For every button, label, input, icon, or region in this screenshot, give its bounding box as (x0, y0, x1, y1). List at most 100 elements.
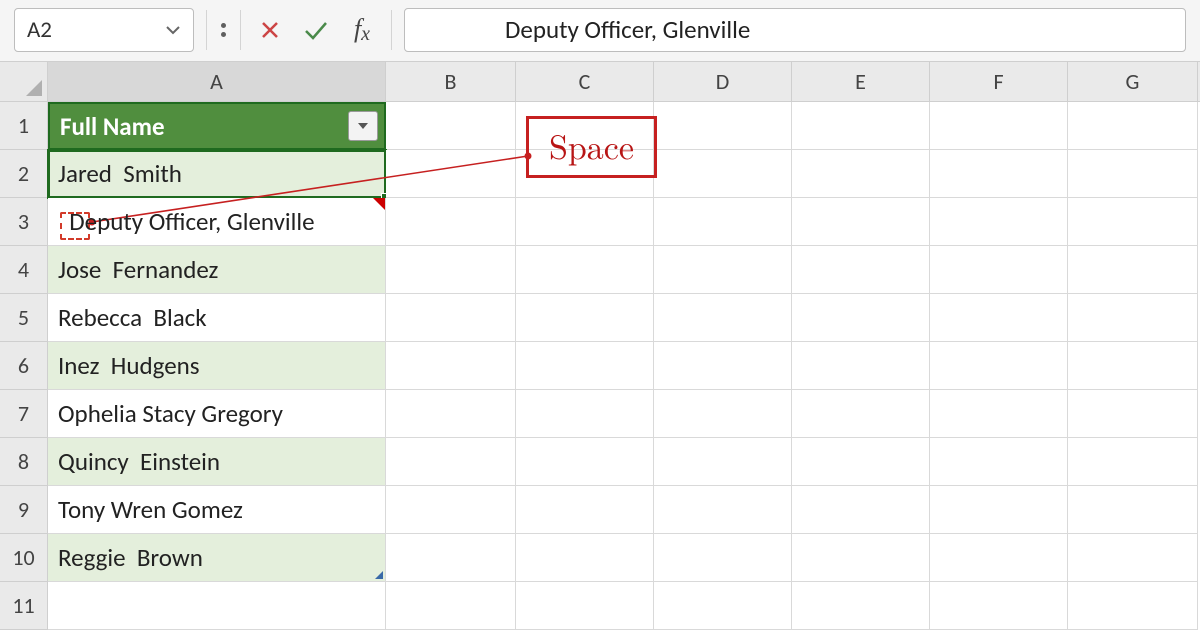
cell-a9[interactable]: Tony Wren Gomez (48, 486, 386, 534)
select-all-button[interactable] (0, 62, 48, 102)
cell[interactable] (1068, 246, 1198, 294)
cancel-button[interactable] (253, 10, 287, 50)
cell[interactable] (1068, 582, 1198, 630)
cell[interactable] (1068, 198, 1198, 246)
cell[interactable] (930, 534, 1068, 582)
cell[interactable] (1068, 390, 1198, 438)
cell[interactable] (516, 390, 654, 438)
row-header-8[interactable]: 8 (0, 438, 48, 486)
cell-a3[interactable]: Deputy Officer, Glenville (48, 198, 386, 246)
cell[interactable] (930, 390, 1068, 438)
row-header-9[interactable]: 9 (0, 486, 48, 534)
filter-button[interactable] (348, 111, 378, 141)
enter-button[interactable] (299, 10, 333, 50)
cell-a7[interactable]: Ophelia Stacy Gregory (48, 390, 386, 438)
cell[interactable] (654, 150, 792, 198)
cell[interactable] (386, 342, 516, 390)
name-box[interactable]: A2 (14, 8, 194, 52)
cell[interactable] (1068, 102, 1198, 150)
column-header-d[interactable]: D (654, 62, 792, 101)
cell[interactable] (654, 582, 792, 630)
row-header-6[interactable]: 6 (0, 342, 48, 390)
cell[interactable] (930, 486, 1068, 534)
cell[interactable] (516, 534, 654, 582)
cell[interactable] (654, 486, 792, 534)
cell[interactable] (516, 438, 654, 486)
cell[interactable] (654, 102, 792, 150)
cell-a5[interactable]: Rebecca Black (48, 294, 386, 342)
cell[interactable] (654, 198, 792, 246)
chevron-down-icon[interactable] (165, 22, 181, 38)
cell[interactable] (386, 246, 516, 294)
cell[interactable] (792, 294, 930, 342)
cell[interactable] (792, 486, 930, 534)
cell[interactable] (930, 582, 1068, 630)
cell[interactable] (930, 198, 1068, 246)
cell[interactable] (386, 534, 516, 582)
row-header-11[interactable]: 11 (0, 582, 48, 630)
cell[interactable] (386, 150, 516, 198)
cell[interactable] (516, 198, 654, 246)
cell[interactable] (792, 102, 930, 150)
row-header-5[interactable]: 5 (0, 294, 48, 342)
cell[interactable] (792, 582, 930, 630)
cell[interactable] (792, 390, 930, 438)
cell[interactable] (792, 342, 930, 390)
cell[interactable] (516, 582, 654, 630)
column-header-e[interactable]: E (792, 62, 930, 101)
cell-a11[interactable] (48, 582, 386, 630)
cell[interactable] (930, 438, 1068, 486)
formula-input[interactable]: Deputy Officer, Glenville (404, 8, 1186, 52)
cell[interactable] (1068, 150, 1198, 198)
cell[interactable] (516, 246, 654, 294)
cell[interactable] (516, 342, 654, 390)
cell[interactable] (516, 486, 654, 534)
cell[interactable] (386, 582, 516, 630)
cell[interactable] (654, 294, 792, 342)
cell[interactable] (654, 534, 792, 582)
column-header-g[interactable]: G (1068, 62, 1198, 101)
cell[interactable] (792, 534, 930, 582)
cell[interactable] (1068, 486, 1198, 534)
column-header-c[interactable]: C (516, 62, 654, 101)
cell[interactable] (386, 390, 516, 438)
comment-indicator-icon[interactable] (373, 198, 385, 210)
row-header-2[interactable]: 2 (0, 150, 48, 198)
cell[interactable] (386, 486, 516, 534)
fx-button[interactable]: fx (345, 10, 379, 50)
cell-a10[interactable]: Reggie Brown (48, 534, 386, 582)
column-header-a[interactable]: A (48, 62, 386, 101)
cell[interactable] (386, 438, 516, 486)
cell-a6[interactable]: Inez Hudgens (48, 342, 386, 390)
cell[interactable] (654, 438, 792, 486)
more-icon[interactable] (219, 23, 228, 37)
row-header-4[interactable]: 4 (0, 246, 48, 294)
cell[interactable] (386, 198, 516, 246)
cell[interactable] (1068, 438, 1198, 486)
cell[interactable] (386, 294, 516, 342)
row-header-3[interactable]: 3 (0, 198, 48, 246)
cell[interactable] (930, 150, 1068, 198)
table-corner-icon[interactable] (375, 571, 383, 579)
cell[interactable] (516, 294, 654, 342)
row-header-1[interactable]: 1 (0, 102, 48, 150)
cell[interactable] (792, 438, 930, 486)
cell[interactable] (930, 342, 1068, 390)
cell-a4[interactable]: Jose Fernandez (48, 246, 386, 294)
cell[interactable] (386, 102, 516, 150)
cell[interactable] (930, 102, 1068, 150)
cell[interactable] (792, 198, 930, 246)
row-header-10[interactable]: 10 (0, 534, 48, 582)
cell[interactable] (930, 246, 1068, 294)
cell[interactable] (930, 294, 1068, 342)
cell[interactable] (1068, 342, 1198, 390)
cell[interactable] (792, 246, 930, 294)
cell[interactable] (654, 390, 792, 438)
cell[interactable] (792, 150, 930, 198)
cell-a2-selected[interactable]: Jared Smith (48, 150, 386, 198)
cell-a8[interactable]: Quincy Einstein (48, 438, 386, 486)
column-header-b[interactable]: B (386, 62, 516, 101)
column-header-f[interactable]: F (930, 62, 1068, 101)
cell[interactable] (654, 342, 792, 390)
table-header-cell[interactable]: Full Name (48, 102, 386, 150)
